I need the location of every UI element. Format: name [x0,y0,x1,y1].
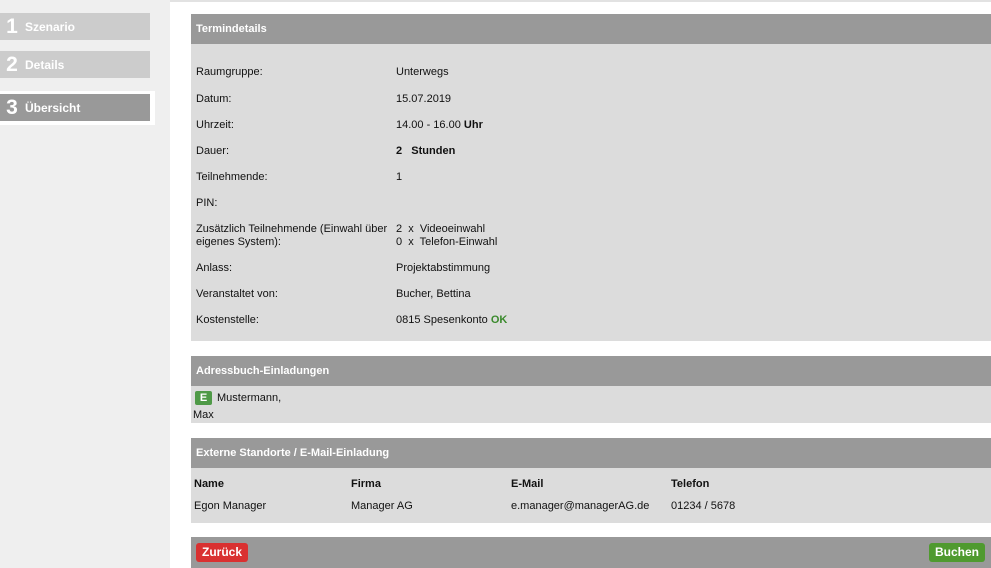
column-header-firma: Firma [351,478,381,490]
cost-center: 0815 Spesenkonto [396,314,488,326]
column-header-name: Name [194,478,224,490]
termindetails-header: Termindetails [191,14,991,44]
list-item: E Mustermann, [195,391,281,405]
field-label: Teilnehmende: [196,171,268,183]
column-header-email: E-Mail [511,478,544,490]
field-value: 15.07.2019 [396,93,452,105]
label-line: Zusätzlich Teilnehmende (Einwahl über [196,223,388,235]
field-value: 2 Stunden [396,145,796,157]
step-details[interactable]: 2 Details [0,51,150,78]
section-title: Adressbuch-Einladungen [196,365,330,377]
book-button[interactable]: Buchen [928,543,985,562]
contact-lastname: Mustermann, [217,392,282,404]
section-title: Termindetails [196,23,267,35]
field-value: 0815 Spesenkonto OK [396,314,796,326]
time-range: 14.00 - 16.00 [396,119,461,131]
adressbuch-header: Adressbuch-Einladungen [191,356,991,386]
wizard-sidebar: 1 Szenario 2 Details 3 Übersicht [0,0,170,568]
phone-dialin: 0 x Telefon-Einwahl [396,236,498,248]
termindetails-body: Raumgruppe: Unterwegs Datum: 15.07.2019 … [191,44,991,341]
action-bar: Zurück Buchen [191,537,991,568]
section-title: Externe Standorte / E-Mail-Einladung [196,447,390,459]
step-number: 2 [6,52,18,76]
field-label: Anlass: [196,262,233,274]
field-value: 1 [396,171,403,183]
cell-firma: Manager AG [351,500,413,512]
step-number: 3 [6,95,18,119]
field-value: 14.00 - 16.00 Uhr [396,119,796,131]
back-button[interactable]: Zurück [196,543,249,562]
field-label: PIN: [196,197,218,209]
cell-name: Egon Manager [194,500,267,512]
label-line: eigenes System): [196,236,281,248]
field-label: Datum: [196,93,232,105]
field-label: Zusätzlich Teilnehmende (Einwahl über eig… [196,223,396,249]
field-value: Bucher, Bettina [396,288,471,300]
extern-header: Externe Standorte / E-Mail-Einladung [191,438,991,468]
email-badge: E [195,391,212,405]
time-unit: Uhr [463,119,483,131]
top-divider [170,0,991,2]
step-label: Übersicht [25,100,81,115]
video-dialin: 2 x Videoeinwahl [396,223,486,235]
field-label: Veranstaltet von: [196,288,278,300]
status-badge: OK [490,314,508,326]
column-header-telefon: Telefon [671,478,710,490]
field-value: 2 x Videoeinwahl 0 x Telefon-Einwahl [396,223,796,249]
field-label: Uhrzeit: [196,119,234,131]
step-label: Details [25,57,65,72]
cell-email: e.manager@managerAG.de [511,500,650,512]
step-number: 1 [6,14,18,38]
field-label: Dauer: [196,145,230,157]
field-label: Raumgruppe: [196,66,263,78]
contact-firstname: Max [193,409,214,421]
step-szenario[interactable]: 1 Szenario [0,13,150,40]
field-value: Projektabstimmung [396,262,491,274]
cell-telefon: 01234 / 5678 [671,500,736,512]
step-label: Szenario [25,19,76,34]
field-label: Kostenstelle: [196,314,259,326]
extern-body: Name Firma E-Mail Telefon Egon Manager M… [191,468,991,523]
duration-value: 2 [396,145,403,157]
field-value: Unterwegs [396,66,449,78]
step-uebersicht[interactable]: 3 Übersicht [0,94,150,121]
duration-unit: Stunden [411,145,456,157]
adressbuch-body: E Mustermann, Max [191,386,991,423]
